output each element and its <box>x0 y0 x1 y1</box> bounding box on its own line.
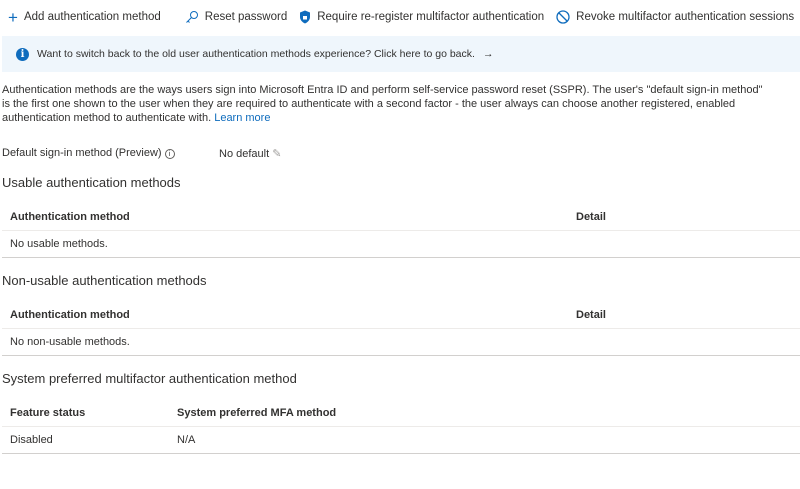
require-reregister-mfa-button[interactable]: Require re-register multifactor authenti… <box>299 10 544 24</box>
command-bar: + Add authentication method Reset passwor… <box>0 0 800 34</box>
switch-back-banner[interactable]: i Want to switch back to the old user au… <box>2 36 800 72</box>
info-icon: i <box>16 47 29 61</box>
key-icon <box>185 11 198 23</box>
description: Authentication methods are the ways user… <box>2 84 763 124</box>
learn-more-link[interactable]: Learn more <box>214 112 270 124</box>
system-preferred-mfa-table: Feature status System preferred MFA metho… <box>2 399 800 454</box>
default-sign-in-method: Default sign-in method (Preview) i No de… <box>2 147 282 160</box>
usable-methods-table: Authentication method Detail No usable me… <box>2 203 800 258</box>
nonusable-methods-table: Authentication method Detail No non-usabl… <box>2 301 800 356</box>
revoke-mfa-sessions-button[interactable]: Revoke multifactor authentication sessio… <box>556 10 794 24</box>
table-row: No non-usable methods. <box>2 329 800 356</box>
info-circle-icon[interactable]: i <box>164 149 175 159</box>
block-icon <box>556 10 570 24</box>
nonusable-methods-heading: Non-usable authentication methods <box>2 273 207 288</box>
usable-methods-heading: Usable authentication methods <box>2 175 181 190</box>
table-row: No usable methods. <box>2 231 800 258</box>
edit-pencil-icon[interactable]: ✎ <box>272 148 281 160</box>
plus-icon: + <box>8 7 18 27</box>
add-authentication-method-button[interactable]: + Add authentication method <box>8 9 161 26</box>
reset-password-button[interactable]: Reset password <box>185 10 287 24</box>
table-row: Disabled N/A <box>2 427 800 454</box>
system-preferred-mfa-heading: System preferred multifactor authenticat… <box>2 371 297 386</box>
arrow-right-icon: → <box>482 48 494 60</box>
shield-lock-icon <box>300 10 311 24</box>
